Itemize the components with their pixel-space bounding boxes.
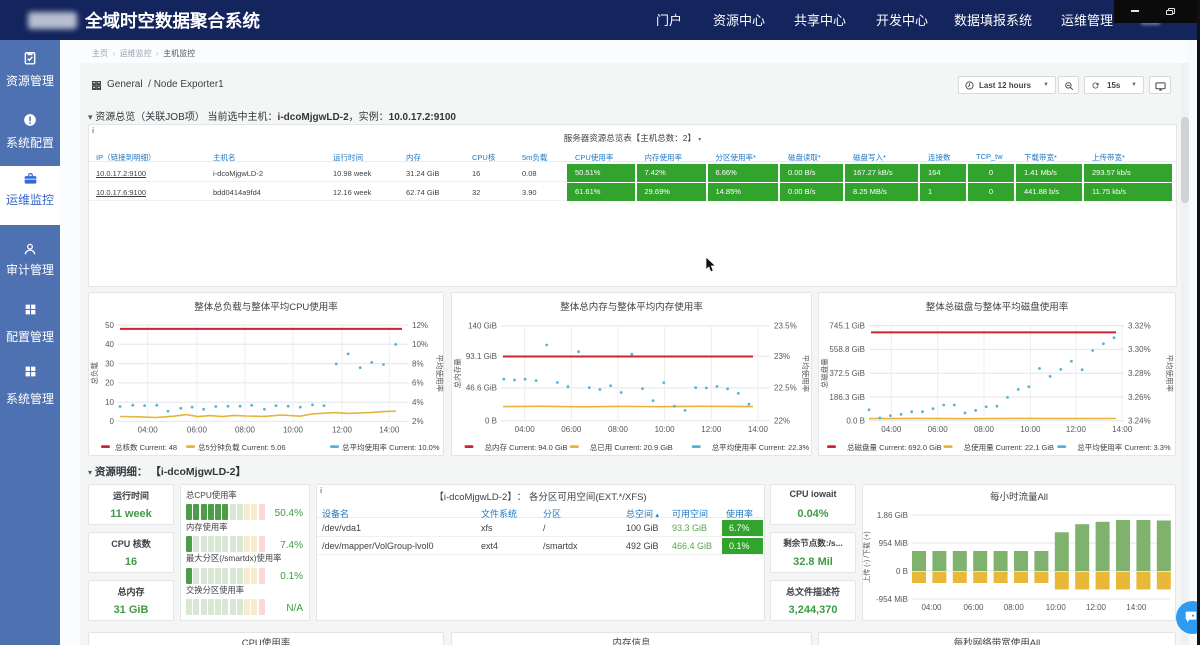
svg-text:140 GiB: 140 GiB [468,322,497,331]
svg-text:04:00: 04:00 [921,603,942,612]
svg-text:3.30%: 3.30% [1128,345,1151,354]
svg-text:06:00: 06:00 [928,425,949,434]
svg-text:平均使用率: 平均使用率 [435,354,444,392]
svg-text:总内存量: 总内存量 [452,358,462,388]
svg-text:14:00: 14:00 [748,425,769,434]
svg-text:上传 (-) /下载 (+): 上传 (-) /下载 (+) [862,531,871,583]
svg-text:12:00: 12:00 [701,425,722,434]
svg-text:总5分钟负载 Current: 5.06: 总5分钟负载 Current: 5.06 [198,442,286,452]
svg-text:08:00: 08:00 [974,425,995,434]
svg-text:22%: 22% [774,417,790,426]
svg-text:0.0 B: 0.0 B [846,417,865,426]
svg-text:总核数 Current: 48: 总核数 Current: 48 [115,442,177,452]
svg-text:22.5%: 22.5% [774,384,797,393]
svg-text:745.1 GiB: 745.1 GiB [829,321,865,330]
svg-text:总磁盘量: 总磁盘量 [819,358,829,388]
svg-text:0 B: 0 B [896,567,908,576]
svg-text:20: 20 [105,379,114,388]
svg-text:总平均使用率 Current: 10.0%: 总平均使用率 Current: 10.0% [342,442,440,452]
svg-text:04:00: 04:00 [515,425,536,434]
svg-text:10:00: 10:00 [655,425,676,434]
svg-text:总负载: 总负载 [89,361,99,384]
svg-text:12%: 12% [412,321,428,330]
svg-text:3.28%: 3.28% [1128,369,1151,378]
svg-text:0 B: 0 B [485,417,497,426]
svg-text:-954 MiB: -954 MiB [876,595,908,604]
svg-text:46.6 GiB: 46.6 GiB [466,384,497,393]
svg-text:14:00: 14:00 [379,425,400,434]
svg-text:8%: 8% [412,359,424,368]
svg-text:0: 0 [110,417,115,426]
svg-text:10:00: 10:00 [283,425,304,434]
svg-text:06:00: 06:00 [187,425,208,434]
svg-text:总平均使用率 Current: 3.3%: 总平均使用率 Current: 3.3% [1077,442,1171,452]
svg-text:40: 40 [105,340,114,349]
svg-text:平均使用率: 平均使用率 [1165,354,1175,392]
svg-text:6%: 6% [412,379,424,388]
svg-text:50: 50 [105,321,114,330]
svg-text:10: 10 [105,398,114,407]
svg-text:06:00: 06:00 [561,425,582,434]
svg-text:10:00: 10:00 [1020,425,1041,434]
svg-text:总磁盘量 Current: 692.0 GiB: 总磁盘量 Current: 692.0 GiB [847,442,942,452]
svg-text:4%: 4% [412,398,424,407]
svg-text:30: 30 [105,359,114,368]
svg-text:总已用 Current: 20.9 GiB: 总已用 Current: 20.9 GiB [590,442,673,452]
svg-text:08:00: 08:00 [235,425,256,434]
svg-text:总使用量 Current: 22.1 GiB: 总使用量 Current: 22.1 GiB [964,442,1054,452]
svg-text:08:00: 08:00 [1004,603,1025,612]
svg-text:06:00: 06:00 [963,603,984,612]
svg-text:12:00: 12:00 [1066,425,1087,434]
svg-text:12:00: 12:00 [332,425,353,434]
svg-text:12:00: 12:00 [1086,603,1107,612]
svg-text:2%: 2% [412,417,424,426]
svg-text:558.8 GiB: 558.8 GiB [829,345,865,354]
svg-text:372.5 GiB: 372.5 GiB [829,369,865,378]
svg-text:3.26%: 3.26% [1128,393,1151,402]
svg-text:3.32%: 3.32% [1128,321,1151,330]
svg-text:总平均使用率 Current: 22.3%: 总平均使用率 Current: 22.3% [712,442,810,452]
svg-text:1.86 GiB: 1.86 GiB [877,511,908,520]
svg-text:186.3 GiB: 186.3 GiB [829,393,865,402]
svg-text:14:00: 14:00 [1112,425,1133,434]
svg-text:93.1 GiB: 93.1 GiB [466,352,497,361]
svg-text:14:00: 14:00 [1126,603,1147,612]
svg-text:平均使用率: 平均使用率 [801,355,811,393]
svg-text:10:00: 10:00 [1046,603,1067,612]
svg-text:954 MiB: 954 MiB [879,539,908,548]
svg-text:10%: 10% [412,340,428,349]
svg-text:04:00: 04:00 [881,425,902,434]
svg-text:23.5%: 23.5% [774,322,797,331]
svg-text:总内存 Current: 94.0 GiB: 总内存 Current: 94.0 GiB [485,442,568,452]
svg-text:04:00: 04:00 [138,425,159,434]
svg-text:08:00: 08:00 [608,425,629,434]
svg-text:23%: 23% [774,352,790,361]
